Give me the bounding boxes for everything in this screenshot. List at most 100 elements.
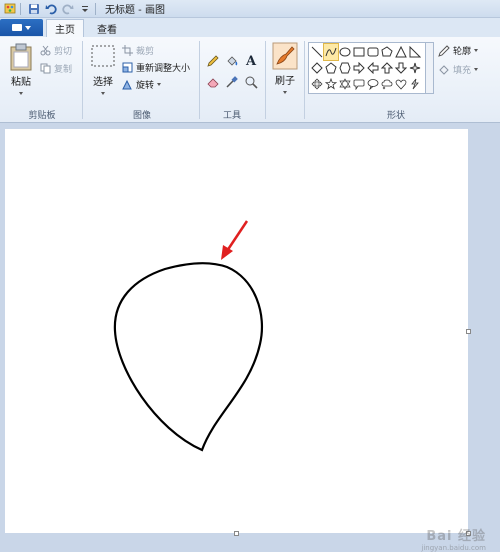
save-icon[interactable] [27,2,41,16]
star-shape-icon[interactable] [324,76,338,92]
file-menu-icon [12,24,22,31]
undo-icon[interactable] [44,2,58,16]
curve-shape-icon[interactable] [323,43,339,61]
right-triangle-shape-icon[interactable] [408,44,422,60]
tab-home[interactable]: 主页 [46,19,84,37]
watermark-logo: Bai 经验 [426,529,486,544]
watermark-url: jingyan.baidu.com [421,544,486,552]
brush-icon [272,42,298,70]
copy-icon [40,63,51,74]
crop-button[interactable]: 裁剪 [122,44,154,57]
left-arrow-shape-icon[interactable] [366,60,380,76]
group-divider [82,41,83,119]
outline-pen-icon [438,44,450,57]
title-bar: 无标题 - 画图 [0,0,500,18]
resize-handle-right[interactable] [466,329,471,334]
shapes-gallery [308,42,426,94]
line-shape-icon[interactable] [310,44,324,60]
resize-button[interactable]: 重新调整大小 [122,61,190,74]
right-arrow-shape-icon[interactable] [352,60,366,76]
qat-separator [20,2,21,15]
tools-grid: A [204,51,260,92]
chevron-down-icon [283,91,287,94]
four-point-star-shape-icon[interactable] [408,60,422,76]
paste-button[interactable]: 粘贴 [6,43,36,95]
shapes-group-label: 形状 [386,111,405,121]
customize-qat-icon[interactable] [78,2,92,16]
pencil-icon[interactable] [204,51,222,71]
rectangle-shape-icon[interactable] [352,44,366,60]
resize-handle-bottom[interactable] [234,531,239,536]
clipboard-icon [10,43,32,71]
paste-label: 粘贴 [11,77,31,88]
fill-button[interactable]: 填充 [438,63,479,76]
image-group-label: 图像 [132,111,151,121]
select-button[interactable]: 选择 [88,43,118,95]
resize-label: 重新调整大小 [136,64,191,74]
four-way-arrow-shape-icon[interactable] [310,76,324,92]
brushes-label: 刷子 [275,76,295,87]
eraser-icon[interactable] [204,72,222,92]
pentagon-shape-icon[interactable] [324,60,338,76]
group-divider [265,41,266,119]
cloud-callout-shape-icon[interactable] [380,76,394,92]
rotate-button[interactable]: 旋转 [122,78,162,91]
drawing-canvas[interactable] [5,129,468,533]
polygon-shape-icon[interactable] [380,44,394,60]
hexagon-shape-icon[interactable] [338,60,352,76]
redo-icon[interactable] [61,2,75,16]
window-title: 无标题 - 画图 [105,5,165,16]
clipboard-group-label: 剪贴板 [28,111,56,121]
chevron-down-icon [101,92,105,95]
scissors-icon [40,45,51,56]
lightning-shape-icon[interactable] [408,76,422,92]
fill-bucket-icon [439,64,449,75]
cut-label: 剪切 [54,47,73,57]
outline-label: 轮廓 [453,47,472,57]
magnifier-icon[interactable] [242,72,260,92]
rounded-callout-shape-icon[interactable] [352,76,366,92]
qat-separator [95,2,96,15]
color-picker-icon[interactable] [223,72,241,92]
ribbon-tab-row: 主页 查看 [0,18,500,37]
group-divider [199,41,200,119]
file-menu-button[interactable] [0,19,43,36]
copy-label: 复制 [54,65,73,75]
teardrop-outline-shape [113,261,264,452]
selection-icon [91,45,115,67]
shapes-gallery-scrollbar[interactable] [426,42,434,94]
fill-bucket-icon[interactable] [223,51,241,71]
brushes-button[interactable]: 刷子 [270,42,300,94]
group-divider [304,41,305,119]
cut-button[interactable]: 剪切 [40,44,72,57]
select-label: 选择 [93,77,113,88]
canvas-drawing-layer [113,220,264,452]
six-point-star-shape-icon[interactable] [338,76,352,92]
oval-callout-shape-icon[interactable] [366,76,380,92]
chevron-down-icon [474,68,479,71]
red-arrow-annotation [221,220,249,260]
triangle-shape-icon[interactable] [394,44,408,60]
rotate-label: 旋转 [136,81,155,91]
down-arrow-shape-icon[interactable] [394,60,408,76]
chevron-down-icon [474,49,479,52]
up-arrow-shape-icon[interactable] [380,60,394,76]
tab-view[interactable]: 查看 [88,19,126,37]
paint-app-icon[interactable] [3,2,17,16]
rounded-rectangle-shape-icon[interactable] [366,44,380,60]
tools-group-label: 工具 [222,111,241,121]
fill-label: 填充 [453,66,472,76]
oval-shape-icon[interactable] [338,44,352,60]
diamond-shape-icon[interactable] [310,60,324,76]
heart-shape-icon[interactable] [394,76,408,92]
chevron-down-icon [157,83,162,86]
crop-label: 裁剪 [136,47,155,57]
chevron-down-icon [19,92,23,95]
canvas-workspace: Bai 经验 jingyan.baidu.com [0,124,500,552]
rotate-icon [122,79,132,90]
crop-icon [122,45,133,56]
text-tool-icon[interactable]: A [242,51,260,71]
copy-button[interactable]: 复制 [40,62,72,75]
chevron-down-icon [25,25,31,30]
outline-button[interactable]: 轮廓 [438,44,479,57]
